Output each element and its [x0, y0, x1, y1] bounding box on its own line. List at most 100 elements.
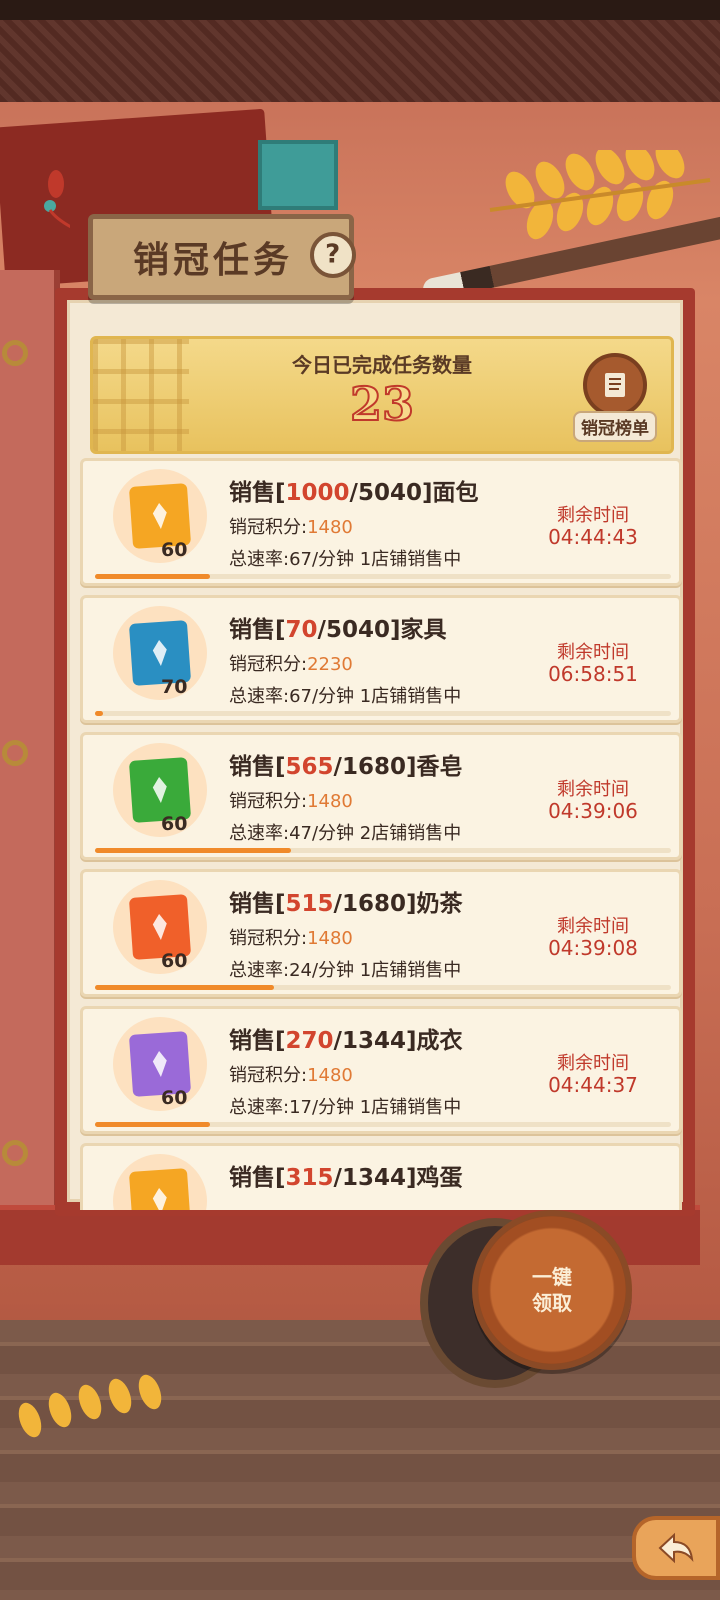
task-title-prefix: 销售[	[229, 1028, 286, 1054]
remaining-time-label: 剩余时间	[557, 916, 629, 937]
binder-ring	[2, 1140, 28, 1166]
task-progress-fill	[95, 574, 211, 579]
binder-ring	[2, 340, 28, 366]
task-title-suffix: ]面包	[421, 480, 479, 506]
claim-all-label-line1: 一键	[532, 1265, 572, 1289]
task-points-value: 1480	[307, 517, 353, 538]
task-rate: 总速率:67/分钟 1店铺销售中	[229, 686, 462, 707]
remaining-time: 04:44:43	[548, 525, 638, 549]
task-icon-wrap: 60	[97, 469, 215, 571]
task-points-label: 销冠积分:	[229, 791, 308, 812]
leaderboard-button[interactable]: 销冠榜单	[567, 353, 663, 449]
task-rate: 总速率:17/分钟 1店铺销售中	[229, 1097, 462, 1118]
task-rate: 总速率:67/分钟 1店铺销售中	[229, 549, 462, 570]
task-separator: /	[333, 891, 342, 917]
task-card[interactable]: 销售[315/1344]鸡蛋	[80, 1143, 682, 1210]
back-arrow-icon	[658, 1532, 694, 1564]
task-progress-fill	[95, 848, 291, 853]
task-progress-fill	[95, 985, 274, 990]
egg-icon	[128, 1168, 192, 1210]
claim-all-button[interactable]: 一键 领取	[472, 1210, 632, 1370]
task-title-suffix: ]成衣	[405, 1028, 463, 1054]
remaining-time-label: 剩余时间	[557, 1053, 629, 1074]
task-list[interactable]: 60 销售[1000/5040]面包 销冠积分:1480 总速率:67/分钟 1…	[80, 458, 686, 1210]
task-points-value: 1480	[307, 791, 353, 812]
task-separator: /	[317, 617, 326, 643]
task-points-label: 销冠积分:	[229, 654, 308, 675]
remaining-time-label: 剩余时间	[557, 779, 629, 800]
task-current: 565	[285, 754, 334, 780]
task-title: 销售[70/5040]家具	[229, 610, 446, 644]
page-title: 销冠任务	[133, 240, 294, 281]
task-points: 销冠积分:2230	[229, 650, 353, 676]
task-title: 销售[315/1344]鸡蛋	[229, 1158, 462, 1192]
binder-spine	[0, 270, 60, 1220]
task-title: 销售[270/1344]成衣	[229, 1021, 462, 1055]
task-points: 销冠积分:1480	[229, 1061, 353, 1087]
task-progress-track	[95, 848, 671, 853]
task-separator: /	[333, 1028, 342, 1054]
task-title-suffix: ]鸡蛋	[405, 1165, 463, 1191]
task-points: 销冠积分:1480	[229, 787, 353, 813]
task-card[interactable]: 60 销售[515/1680]奶茶 销冠积分:1480 总速率:24/分钟 1店…	[80, 869, 682, 997]
task-icon-wrap: 70	[97, 606, 215, 708]
task-points-label: 销冠积分:	[229, 1065, 308, 1086]
remaining-time: 04:39:06	[548, 799, 638, 823]
claim-all-label-line2: 领取	[532, 1291, 572, 1315]
task-rate: 总速率:47/分钟 2店铺销售中	[229, 823, 462, 844]
task-title-prefix: 销售[	[229, 891, 286, 917]
task-separator: /	[333, 754, 342, 780]
task-progress-track	[95, 574, 671, 579]
remaining-time-label: 剩余时间	[557, 505, 629, 526]
scroll-icon	[583, 353, 647, 417]
remaining-time: 04:39:08	[548, 936, 638, 960]
task-card[interactable]: 60 销售[1000/5040]面包 销冠积分:1480 总速率:67/分钟 1…	[80, 458, 682, 586]
task-title-prefix: 销售[	[229, 480, 286, 506]
task-target: 1344	[341, 1165, 406, 1191]
task-points-value: 1480	[307, 1065, 353, 1086]
screen: 销冠任务 ? 今日已完成任务数量 23 销冠榜单 60 销售[1000/5040…	[0, 0, 720, 1600]
task-separator: /	[349, 480, 358, 506]
task-progress-track	[95, 711, 671, 716]
top-pattern	[0, 20, 720, 102]
task-card[interactable]: 60 销售[270/1344]成衣 销冠积分:1480 总速率:17/分钟 1店…	[80, 1006, 682, 1134]
task-title-suffix: ]香皂	[405, 754, 463, 780]
task-rate: 总速率:24/分钟 1店铺销售中	[229, 960, 462, 981]
task-progress-track	[95, 985, 671, 990]
task-progress-fill	[95, 711, 104, 716]
task-points-value: 1480	[307, 928, 353, 949]
task-current: 70	[285, 617, 318, 643]
task-current: 315	[285, 1165, 334, 1191]
remaining-time: 06:58:51	[548, 662, 638, 686]
task-progress-fill	[95, 1122, 211, 1127]
task-points-label: 销冠积分:	[229, 517, 308, 538]
task-title-suffix: ]奶茶	[405, 891, 463, 917]
task-title: 销售[515/1680]奶茶	[229, 884, 462, 918]
task-target: 1680	[341, 754, 406, 780]
task-points: 销冠积分:1480	[229, 924, 353, 950]
task-current: 270	[285, 1028, 334, 1054]
daily-summary-card: 今日已完成任务数量 23 销冠榜单	[90, 336, 674, 454]
task-target: 1344	[341, 1028, 406, 1054]
task-title-prefix: 销售[	[229, 617, 286, 643]
task-level: 70	[161, 676, 188, 698]
task-target: 5040	[357, 480, 422, 506]
task-title: 销售[1000/5040]面包	[229, 473, 478, 507]
task-card[interactable]: 70 销售[70/5040]家具 销冠积分:2230 总速率:67/分钟 1店铺…	[80, 595, 682, 723]
binder-ring	[2, 740, 28, 766]
back-button[interactable]	[632, 1516, 720, 1580]
task-target: 5040	[325, 617, 390, 643]
task-icon-wrap	[97, 1154, 215, 1210]
task-points: 销冠积分:1480	[229, 513, 353, 539]
task-current: 515	[285, 891, 334, 917]
task-separator: /	[333, 1165, 342, 1191]
task-icon-wrap: 60	[97, 1017, 215, 1119]
wheat-bottom-decoration-icon	[18, 1374, 162, 1438]
task-level: 60	[161, 1087, 188, 1109]
help-icon: ?	[325, 240, 341, 270]
task-card[interactable]: 60 销售[565/1680]香皂 销冠积分:1480 总速率:47/分钟 2店…	[80, 732, 682, 860]
task-level: 60	[161, 539, 188, 561]
task-target: 1680	[341, 891, 406, 917]
task-points-label: 销冠积分:	[229, 928, 308, 949]
tassel-decoration-icon	[44, 170, 70, 229]
